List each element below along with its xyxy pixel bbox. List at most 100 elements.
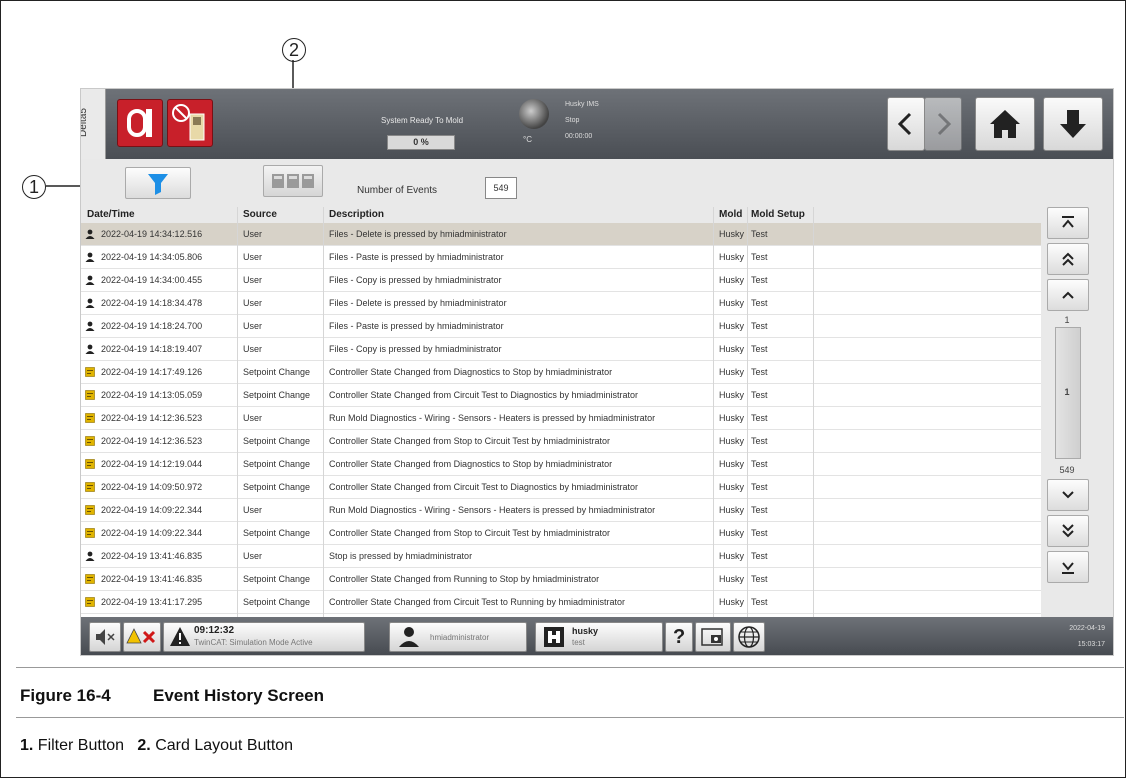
table-row[interactable]: 2022-04-19 14:09:50.972 Setpoint Change Co… xyxy=(81,476,1041,499)
home-button[interactable] xyxy=(975,97,1035,151)
user-button[interactable]: hmiadministrator xyxy=(389,622,527,652)
arrow-down-icon xyxy=(1060,110,1086,138)
caption-divider xyxy=(16,667,1124,668)
column-header-datetime: Date/Time xyxy=(87,209,135,220)
chevron-left-icon xyxy=(897,112,912,136)
table-row[interactable]: 2022-04-19 14:12:36.523 User Run Mold Diag… xyxy=(81,407,1041,430)
speaker-muted-icon xyxy=(96,629,115,645)
table-row[interactable]: 2022-04-19 13:41:46.835 Setpoint Change Co… xyxy=(81,568,1041,591)
cell-mold-setup: Test xyxy=(751,390,768,400)
cell-mold: Husky xyxy=(719,459,745,469)
mold-button[interactable]: husky test xyxy=(535,622,663,652)
first-page-number: 1 xyxy=(1064,315,1070,325)
cell-mold-setup: Test xyxy=(751,252,768,262)
globe-icon xyxy=(738,626,760,648)
table-row[interactable]: 2022-04-19 14:34:05.806 User Files - Paste… xyxy=(81,246,1041,269)
table-row[interactable]: 2022-04-19 14:18:34.478 User Files - Delet… xyxy=(81,292,1041,315)
table-row[interactable]: 2022-04-19 14:12:36.523 Setpoint Change Co… xyxy=(81,430,1041,453)
table-row[interactable]: 2022-04-19 14:34:00.455 User Files - Copy … xyxy=(81,269,1041,292)
setpoint-icon xyxy=(85,390,95,400)
cell-mold: Husky xyxy=(719,298,745,308)
page-down-button[interactable] xyxy=(1047,515,1089,547)
table-row[interactable]: 2022-04-19 13:41:17.295 Setpoint Change Co… xyxy=(81,591,1041,614)
warning-clear-icon xyxy=(126,628,156,644)
cell-description: Controller State Changed from Stop to Ci… xyxy=(329,528,610,538)
cell-mold-setup: Test xyxy=(751,275,768,285)
cell-mold: Husky xyxy=(719,367,745,377)
cell-source: Setpoint Change xyxy=(243,390,311,400)
home-icon xyxy=(990,110,1020,138)
scroll-up-button[interactable] xyxy=(1047,279,1089,311)
alarm-reset-button[interactable] xyxy=(123,622,161,652)
caption-divider xyxy=(16,717,1124,718)
chevron-down-icon xyxy=(1062,491,1074,499)
column-divider xyxy=(813,207,814,619)
mute-button[interactable] xyxy=(89,622,121,652)
cell-description: Files - Copy is pressed by hmiadministra… xyxy=(329,344,502,354)
user-icon xyxy=(85,344,95,354)
setpoint-icon xyxy=(85,528,95,538)
table-row[interactable]: 2022-04-19 14:09:22.344 User Run Mold Diag… xyxy=(81,499,1041,522)
cell-source: Setpoint Change xyxy=(243,459,311,469)
machine-tab[interactable]: Delta5 xyxy=(81,89,106,159)
cell-mold: Husky xyxy=(719,482,745,492)
table-row[interactable]: 2022-04-19 14:09:22.344 Setpoint Change Co… xyxy=(81,522,1041,545)
menu-down-button[interactable] xyxy=(1043,97,1103,151)
filter-button[interactable] xyxy=(125,167,191,199)
bottom-bar: 09:12:32 TwinCAT: Simulation Mode Active… xyxy=(81,617,1113,655)
table-row[interactable]: 2022-04-19 13:41:46.835 User Stop is press… xyxy=(81,545,1041,568)
language-button[interactable] xyxy=(733,622,765,652)
card-layout-button[interactable] xyxy=(263,165,323,197)
cell-mold: Husky xyxy=(719,229,745,239)
cell-mold-setup: Test xyxy=(751,367,768,377)
last-page-number: 549 xyxy=(1059,465,1075,475)
legend-2-text: Card Layout Button xyxy=(155,737,294,754)
table-row[interactable]: 2022-04-19 14:34:12.516 User Files - Delet… xyxy=(81,223,1041,246)
scroll-to-top-icon xyxy=(1062,216,1074,228)
cell-description: Controller State Changed from Diagnostic… xyxy=(329,459,613,469)
heaters-button[interactable] xyxy=(117,99,163,147)
column-divider xyxy=(713,207,714,619)
cell-source: User xyxy=(243,252,263,262)
page-up-button[interactable] xyxy=(1047,243,1089,275)
cell-mold: Husky xyxy=(719,597,745,607)
progress-bar: 0 % xyxy=(387,135,455,150)
cell-description: Controller State Changed from Circuit Te… xyxy=(329,482,638,492)
scroll-down-button[interactable] xyxy=(1047,479,1089,511)
cell-mold-setup: Test xyxy=(751,413,768,423)
legend-2-number: 2. xyxy=(137,737,151,754)
ims-time: 00:00:00 xyxy=(565,133,593,140)
figure-number: Figure 16-4 xyxy=(20,686,111,705)
column-header-mold: Mold xyxy=(719,209,743,220)
cell-mold-setup: Test xyxy=(751,298,768,308)
cell-mold-setup: Test xyxy=(751,574,768,584)
cell-description: Files - Paste is pressed by hmiadministr… xyxy=(329,321,504,331)
screenshot-button[interactable] xyxy=(695,622,731,652)
cell-datetime: 2022-04-19 14:09:22.344 xyxy=(101,505,203,515)
cell-description: Run Mold Diagnostics - Wiring - Sensors … xyxy=(329,505,656,515)
cell-mold-setup: Test xyxy=(751,229,768,239)
cell-datetime: 2022-04-19 14:18:19.407 xyxy=(101,344,203,354)
callout-2: 2 xyxy=(282,38,306,62)
cell-datetime: 2022-04-19 14:13:05.059 xyxy=(101,390,203,400)
forward-button[interactable] xyxy=(924,97,962,151)
table-row[interactable]: 2022-04-19 14:18:24.700 User Files - Paste… xyxy=(81,315,1041,338)
help-button[interactable]: ? xyxy=(665,622,693,652)
table-row[interactable]: 2022-04-19 14:17:49.126 Setpoint Change Co… xyxy=(81,361,1041,384)
setpoint-icon xyxy=(85,574,95,584)
table-row[interactable]: 2022-04-19 14:18:19.407 User Files - Copy … xyxy=(81,338,1041,361)
cell-source: User xyxy=(243,275,263,285)
footer-date: 2022-04-19 xyxy=(1069,625,1105,632)
table-row[interactable]: 2022-04-19 14:12:19.044 Setpoint Change Co… xyxy=(81,453,1041,476)
cell-datetime: 2022-04-19 14:34:12.516 xyxy=(101,229,203,239)
mold-off-button[interactable] xyxy=(167,99,213,147)
table-row[interactable]: 2022-04-19 14:13:05.059 Setpoint Change Co… xyxy=(81,384,1041,407)
alarm-banner-button[interactable]: 09:12:32 TwinCAT: Simulation Mode Active xyxy=(163,622,365,652)
scroll-last-button[interactable] xyxy=(1047,551,1089,583)
back-button[interactable] xyxy=(887,97,925,151)
scroll-to-bottom-icon xyxy=(1062,562,1074,574)
cell-source: Setpoint Change xyxy=(243,436,311,446)
cell-description: Stop is pressed by hmiadministrator xyxy=(329,551,473,561)
cell-source: User xyxy=(243,344,263,354)
scroll-first-button[interactable] xyxy=(1047,207,1089,239)
